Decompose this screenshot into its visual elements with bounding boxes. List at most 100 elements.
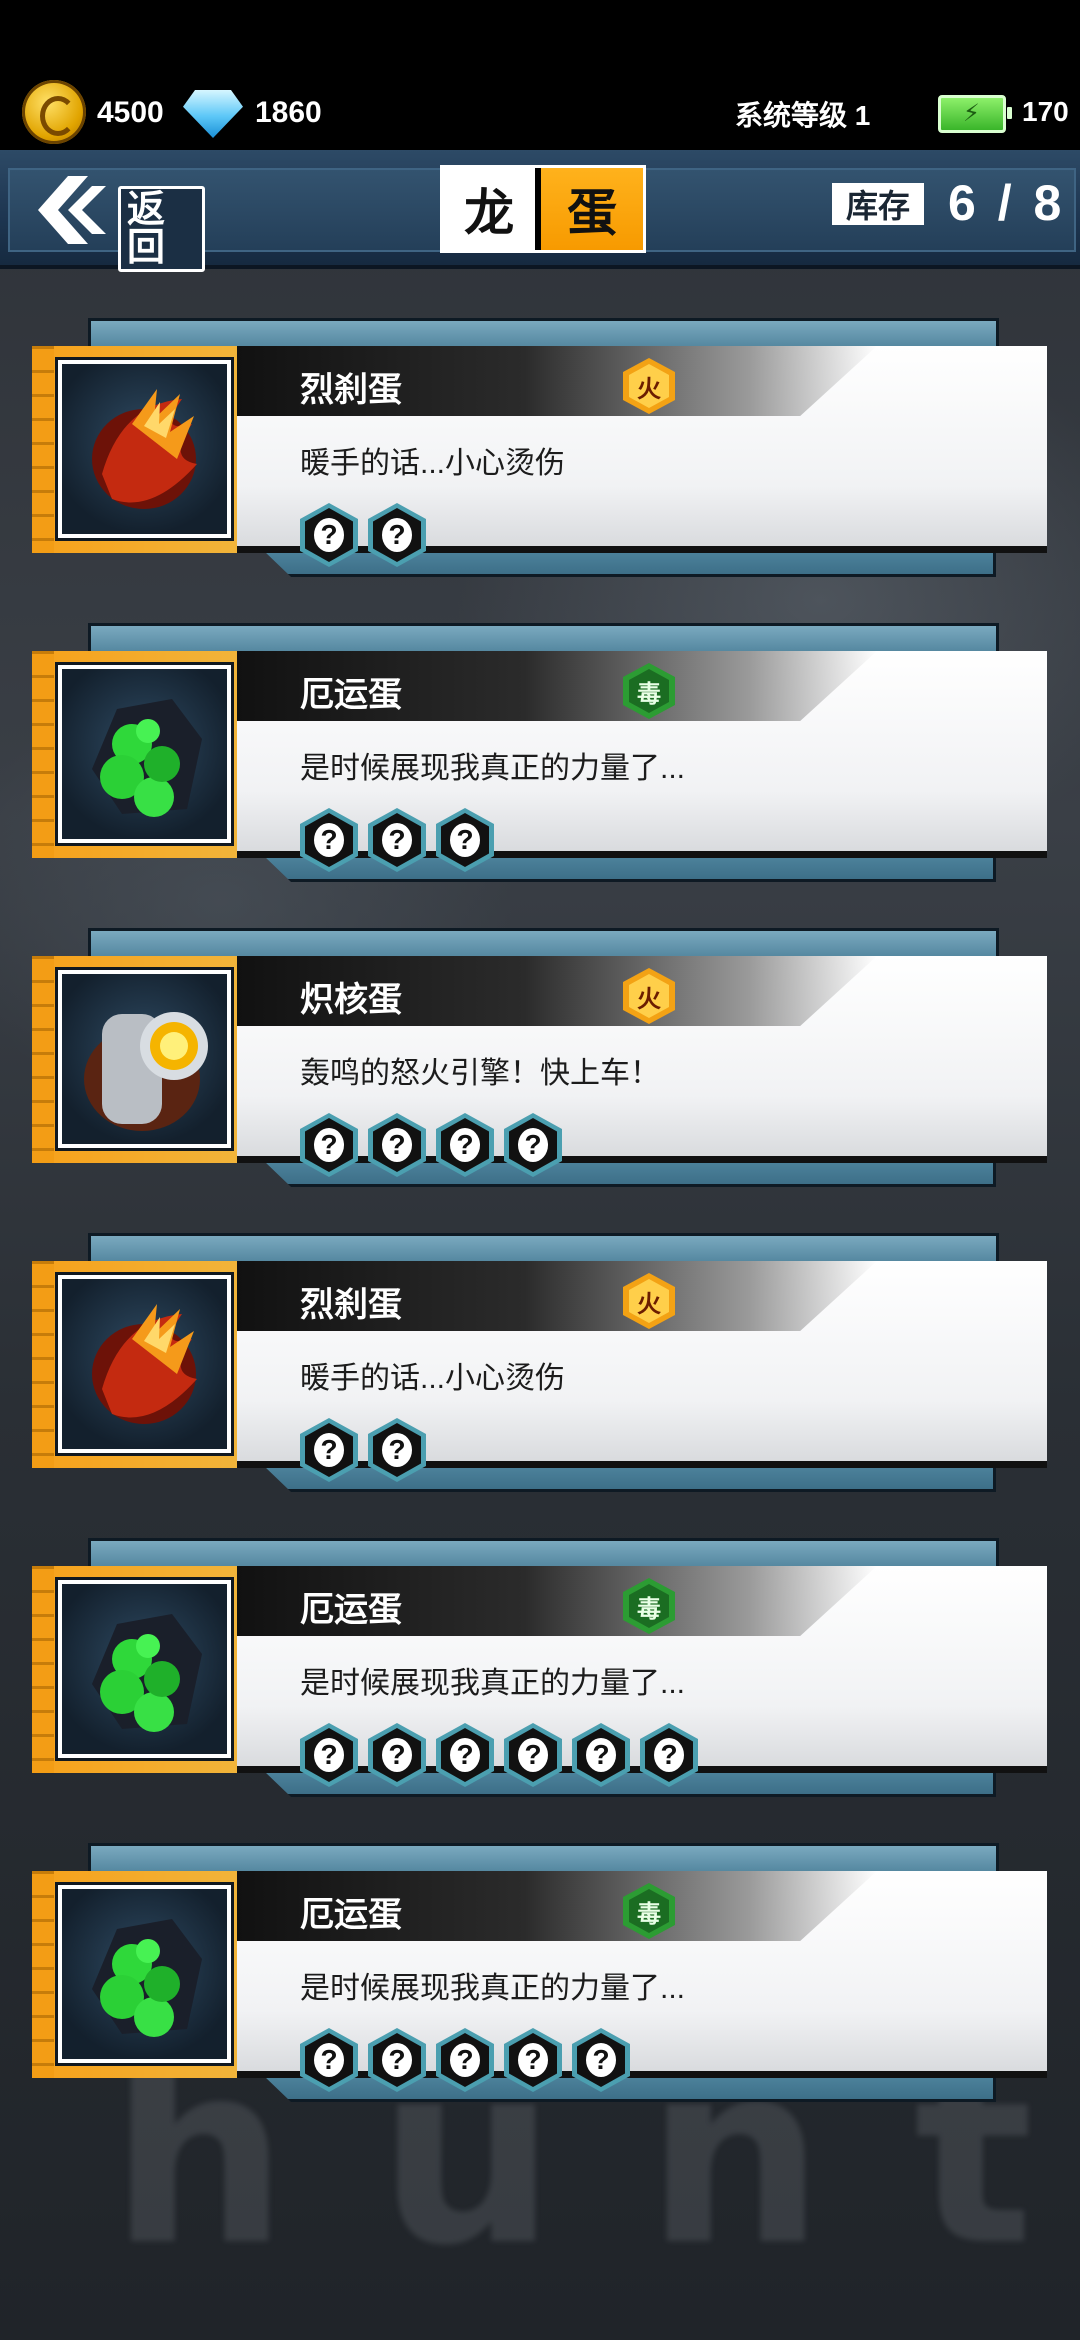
battery-energy-icon: ⚡ [938, 95, 1012, 133]
gene-slot[interactable]: ? [368, 1418, 426, 1482]
egg-card[interactable]: 烈刹蛋 火 暖手的话...小心烫伤 ? ? [0, 318, 1080, 608]
energy-count: 170 [1022, 96, 1069, 127]
gene-slot[interactable]: ? [368, 1113, 426, 1177]
question-hex-icon: ? [373, 1728, 421, 1782]
egg-description: 是时候展现我真正的力量了... [300, 752, 686, 785]
egg-description: 是时候展现我真正的力量了... [300, 1667, 686, 1700]
page-title: 龙 蛋 [440, 165, 646, 253]
question-hex-icon: ? [441, 1118, 489, 1172]
title-part-2: 蛋 [535, 168, 643, 250]
gem-count: 1860 [255, 96, 322, 129]
fire-claw-egg-icon [92, 389, 197, 509]
gene-slot-label: ? [314, 2043, 344, 2077]
egg-name: 烈刹蛋 [300, 371, 402, 409]
gene-slot-label: ? [382, 518, 412, 552]
gene-slot-label: ? [314, 1433, 344, 1467]
gene-slot-label: ? [586, 1738, 616, 1772]
gene-slot[interactable]: ? [368, 2028, 426, 2092]
coin-count: 4500 [97, 96, 164, 129]
gene-slot[interactable]: ? [300, 503, 358, 567]
diamond-icon [183, 90, 243, 138]
gene-slot-label: ? [382, 1433, 412, 1467]
question-hex-icon: ? [305, 1423, 353, 1477]
question-hex-icon: ? [373, 1423, 421, 1477]
stock-label: 库存 [832, 183, 924, 225]
gene-slots: ? ? ? ? [300, 1113, 562, 1179]
gene-slot[interactable]: ? [300, 808, 358, 872]
egg-description: 暖手的话...小心烫伤 [300, 447, 566, 480]
question-hex-icon: ? [373, 813, 421, 867]
gene-slot[interactable]: ? [436, 2028, 494, 2092]
question-hex-icon: ? [441, 813, 489, 867]
currency-bar: 4500 1860 系统等级 1 ⚡ 170 [0, 0, 1080, 150]
gene-slot-label: ? [314, 1128, 344, 1162]
question-hex-icon: ? [577, 2033, 625, 2087]
egg-portrait [58, 360, 231, 538]
egg-description: 轰鸣的怒火引擎！快上车！ [300, 1057, 660, 1090]
gene-slot-label: ? [450, 1738, 480, 1772]
fire-claw-egg-icon [92, 1304, 197, 1424]
egg-card[interactable]: 厄运蛋 毒 是时候展现我真正的力量了... ? ? ? [0, 623, 1080, 913]
egg-card[interactable]: 炽核蛋 火 轰鸣的怒火引擎！快上车！ ? ? ? ? [0, 928, 1080, 1218]
gene-slots: ? ? ? [300, 808, 494, 874]
question-hex-icon: ? [305, 813, 353, 867]
egg-card[interactable]: 烈刹蛋 火 暖手的话...小心烫伤 ? ? [0, 1233, 1080, 1523]
egg-portrait [58, 1275, 231, 1453]
gene-slot-label: ? [314, 1738, 344, 1772]
gene-slot-label: ? [518, 1128, 548, 1162]
gene-slot[interactable]: ? [300, 2028, 358, 2092]
question-hex-icon: ? [441, 2033, 489, 2087]
gene-slot[interactable]: ? [640, 1723, 698, 1787]
egg-card[interactable]: 厄运蛋 毒 是时候展现我真正的力量了... ? ? ? ? ? [0, 1843, 1080, 2133]
stock-count: 6 / 8 [948, 175, 1066, 231]
element-label: 火 [637, 1290, 661, 1318]
question-hex-icon: ? [373, 2033, 421, 2087]
gene-slot[interactable]: ? [504, 2028, 562, 2092]
egg-portrait [58, 970, 231, 1148]
gene-slot[interactable]: ? [436, 1723, 494, 1787]
gene-slot-label: ? [450, 823, 480, 857]
gene-slot[interactable]: ? [368, 1723, 426, 1787]
gene-slots: ? ? ? ? ? ? [300, 1723, 698, 1789]
gene-slot[interactable]: ? [436, 1113, 494, 1177]
back-label: 返回 [118, 186, 205, 272]
gene-slot[interactable]: ? [572, 2028, 630, 2092]
gene-slot[interactable]: ? [300, 1723, 358, 1787]
gene-slot[interactable]: ? [572, 1723, 630, 1787]
green-doom-egg-icon [92, 1919, 202, 2037]
gene-slot[interactable]: ? [300, 1113, 358, 1177]
gene-slot[interactable]: ? [436, 808, 494, 872]
element-label: 火 [637, 985, 661, 1013]
gene-slot-label: ? [314, 518, 344, 552]
gene-slot-label: ? [518, 2043, 548, 2077]
gene-slot-label: ? [450, 1128, 480, 1162]
system-level: 系统等级 1 [735, 100, 871, 131]
gene-slot-label: ? [314, 823, 344, 857]
gene-slot-label: ? [382, 823, 412, 857]
gene-slot-label: ? [654, 1738, 684, 1772]
question-hex-icon: ? [509, 1728, 557, 1782]
element-label: 毒 [637, 1595, 661, 1623]
question-hex-icon: ? [305, 508, 353, 562]
gene-slot[interactable]: ? [368, 503, 426, 567]
gene-slot[interactable]: ? [504, 1113, 562, 1177]
gene-slot[interactable]: ? [504, 1723, 562, 1787]
gene-slot[interactable]: ? [368, 808, 426, 872]
gene-slot[interactable]: ? [300, 1418, 358, 1482]
question-hex-icon: ? [305, 2033, 353, 2087]
gene-slot-label: ? [450, 2043, 480, 2077]
egg-card[interactable]: 厄运蛋 毒 是时候展现我真正的力量了... ? ? ? ? ? [0, 1538, 1080, 1828]
back-button[interactable]: 返回 [30, 172, 205, 272]
element-label: 毒 [637, 680, 661, 708]
question-hex-icon: ? [509, 2033, 557, 2087]
title-part-1: 龙 [443, 168, 536, 250]
gene-slot-label: ? [382, 1738, 412, 1772]
egg-name: 炽核蛋 [300, 981, 402, 1019]
egg-name: 厄运蛋 [300, 676, 402, 714]
gene-slot-label: ? [586, 2043, 616, 2077]
question-hex-icon: ? [305, 1118, 353, 1172]
back-chevron-icon [38, 176, 106, 244]
egg-description: 暖手的话...小心烫伤 [300, 1362, 566, 1395]
gene-slot-label: ? [518, 1738, 548, 1772]
egg-name: 厄运蛋 [300, 1591, 402, 1629]
